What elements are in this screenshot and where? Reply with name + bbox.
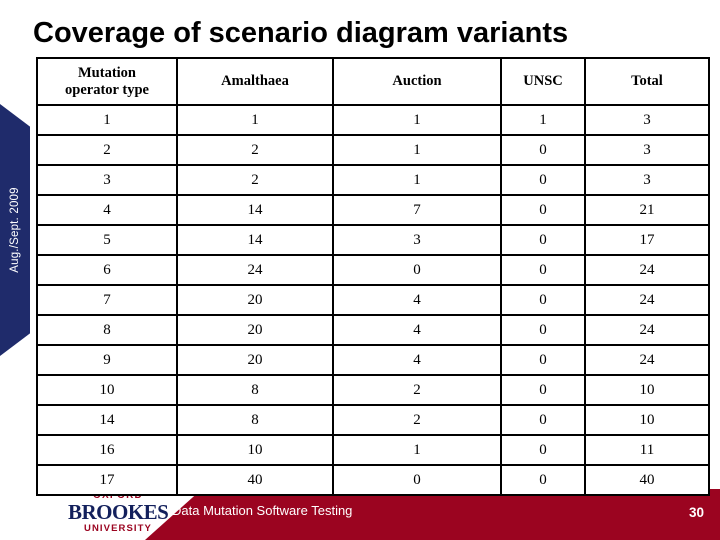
table-cell: 21	[584, 194, 710, 226]
table-body: 1 1 1 1 3 2 2 1 0 3 3 2 1 0 3 4 14 7 0 21 5 14 3 0 17 6 24 0 0 24 7 20 4…	[36, 104, 710, 496]
table-cell: 1	[176, 104, 334, 136]
column-header-line-2: operator type	[65, 81, 149, 98]
table-cell: 1	[36, 104, 178, 136]
table-row: 6 24 0 0 24	[36, 254, 710, 286]
table-cell: 0	[500, 374, 586, 406]
table-cell: 20	[176, 344, 334, 376]
coverage-table-container: Mutation operator type Amalthaea Auction…	[36, 57, 710, 496]
table-cell: 14	[36, 404, 178, 436]
page-title: Coverage of scenario diagram variants	[33, 17, 569, 49]
table-cell: 3	[584, 104, 710, 136]
table-cell: 7	[36, 284, 178, 316]
table-cell: 2	[332, 404, 502, 436]
table-cell: 0	[500, 284, 586, 316]
table-cell: 0	[500, 314, 586, 346]
table-cell: 10	[36, 374, 178, 406]
table-cell: 3	[584, 134, 710, 166]
oxford-brookes-logo: OXFORD BROOKES UNIVERSITY	[68, 491, 169, 535]
table-cell: 10	[584, 374, 710, 406]
table-cell: 9	[36, 344, 178, 376]
table-cell: 1	[332, 434, 502, 466]
table-cell: 3	[36, 164, 178, 196]
table-cell: 2	[36, 134, 178, 166]
table-cell: 0	[500, 134, 586, 166]
table-row: 5 14 3 0 17	[36, 224, 710, 256]
table-cell: 3	[584, 164, 710, 196]
table-cell: 24	[584, 314, 710, 346]
table-cell: 1	[332, 104, 502, 136]
table-cell: 1	[332, 164, 502, 196]
table-header: Mutation operator type Amalthaea Auction…	[36, 57, 710, 106]
table-cell: 20	[176, 314, 334, 346]
column-header-unsc: UNSC	[500, 57, 586, 106]
table-cell: 0	[500, 404, 586, 436]
table-cell: 7	[332, 194, 502, 226]
table-cell: 1	[332, 134, 502, 166]
table-cell: 17	[584, 224, 710, 256]
column-header-auction: Auction	[332, 57, 502, 106]
logo-line-brookes: BROOKES	[68, 500, 169, 524]
table-row: 10 8 2 0 10	[36, 374, 710, 406]
table-cell: 1	[500, 104, 586, 136]
table-cell: 24	[584, 284, 710, 316]
table-cell: 8	[176, 404, 334, 436]
table-cell: 16	[36, 434, 178, 466]
footer-banner-text: Data Mutation Software Testing	[172, 503, 353, 518]
table-cell: 4	[36, 194, 178, 226]
table-header-row: Mutation operator type Amalthaea Auction…	[36, 57, 710, 106]
table-cell: 40	[176, 464, 334, 496]
coverage-table: Mutation operator type Amalthaea Auction…	[36, 57, 710, 496]
table-cell: 0	[500, 434, 586, 466]
table-cell: 2	[332, 374, 502, 406]
table-cell: 14	[176, 224, 334, 256]
table-cell: 0	[332, 254, 502, 286]
table-cell: 8	[176, 374, 334, 406]
table-cell: 2	[176, 134, 334, 166]
table-cell: 0	[500, 194, 586, 226]
table-cell: 24	[584, 254, 710, 286]
table-cell: 10	[584, 404, 710, 436]
table-cell: 3	[332, 224, 502, 256]
column-header-total: Total	[584, 57, 710, 106]
logo-line-university: UNIVERSITY	[83, 523, 152, 534]
table-cell: 0	[500, 164, 586, 196]
table-row: 14 8 2 0 10	[36, 404, 710, 436]
table-row: 32103	[36, 164, 710, 196]
column-header-line-1: Mutation	[78, 64, 136, 81]
page-number: 30	[688, 505, 704, 520]
table-cell: 24	[584, 344, 710, 376]
table-row: 11113	[36, 104, 710, 136]
table-cell: 4	[332, 344, 502, 376]
table-row: 7 20 4 0 24	[36, 284, 710, 316]
table-cell: 5	[36, 224, 178, 256]
table-row: 22103	[36, 134, 710, 166]
table-cell: 8	[36, 314, 178, 346]
table-cell: 0	[500, 254, 586, 286]
table-cell: 4	[332, 314, 502, 346]
table-cell: 0	[332, 464, 502, 496]
column-header-amalthaea: Amalthaea	[176, 57, 334, 106]
table-cell: 11	[584, 434, 710, 466]
table-cell: 24	[176, 254, 334, 286]
date-side-tab	[0, 104, 30, 356]
table-cell: 0	[500, 224, 586, 256]
table-cell: 0	[500, 344, 586, 376]
table-row: 4 14 7 0 21	[36, 194, 710, 226]
table-row: 9 20 4 0 24	[36, 344, 710, 376]
table-cell: 6	[36, 254, 178, 286]
table-cell: 0	[500, 464, 586, 496]
table-cell: 17	[36, 464, 178, 496]
table-cell: 2	[176, 164, 334, 196]
table-cell: 40	[584, 464, 710, 496]
table-row: 17 40 0 0 40	[36, 464, 710, 496]
table-cell: 10	[176, 434, 334, 466]
table-cell: 4	[332, 284, 502, 316]
table-row: 16 10 1 0 11	[36, 434, 710, 466]
column-header-mutation-operator-type: Mutation operator type	[36, 57, 178, 106]
table-cell: 14	[176, 194, 334, 226]
table-cell: 20	[176, 284, 334, 316]
table-row: 8 20 4 0 24	[36, 314, 710, 346]
